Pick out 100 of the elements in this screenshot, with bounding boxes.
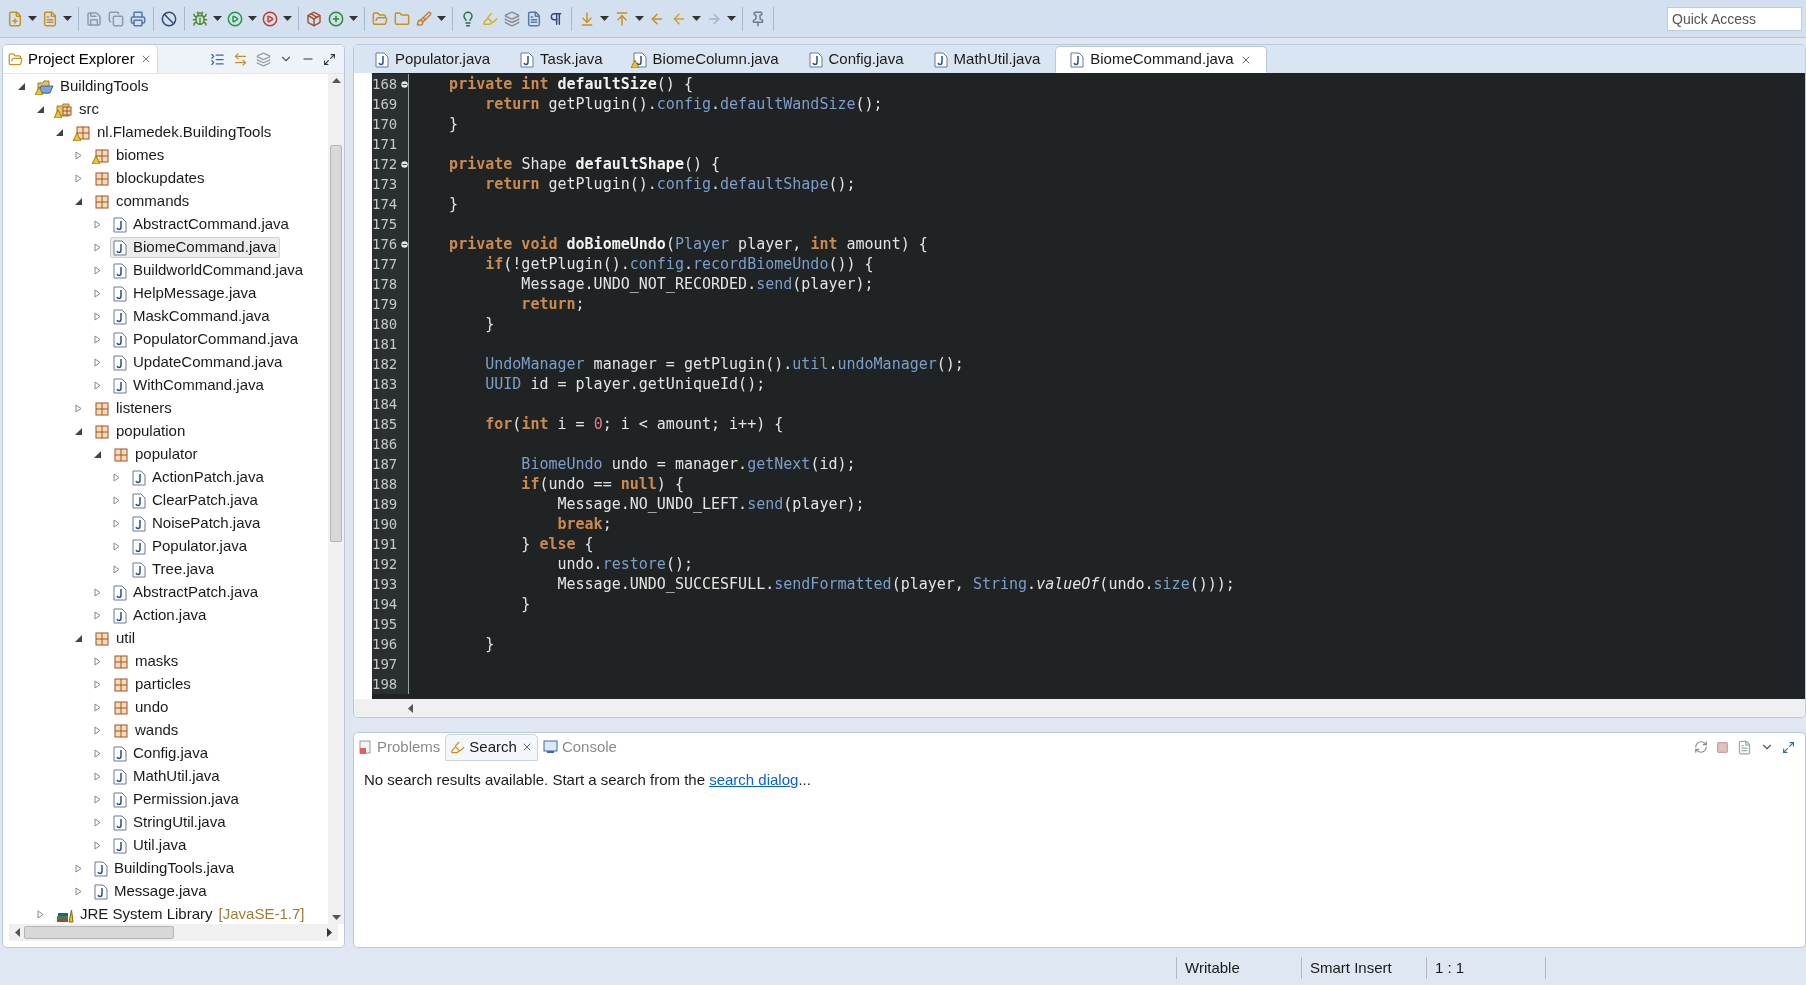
caret-icon[interactable] (437, 15, 446, 22)
tree-item[interactable]: StringUtil.java (110, 812, 230, 833)
tree-item[interactable]: Util.java (110, 835, 191, 856)
expander-arrow[interactable] (36, 105, 45, 114)
view-tab[interactable]: Project Explorer (3, 45, 158, 73)
tree-item[interactable]: Message.java (91, 881, 211, 902)
java-file-icon (113, 285, 127, 302)
tree-item[interactable]: Populator.java (129, 536, 252, 557)
tree-item[interactable]: undo (110, 697, 173, 718)
scrollbar-thumb[interactable] (24, 926, 174, 939)
expander-arrow[interactable] (55, 128, 64, 137)
caret-icon[interactable] (283, 15, 292, 22)
fold-marker-icon[interactable] (401, 240, 408, 248)
tree-item[interactable]: src (53, 99, 103, 120)
tree-item[interactable]: Tree.java (129, 559, 218, 580)
horizontal-scrollbar[interactable] (9, 924, 338, 941)
tree-item[interactable]: ActionPatch.java (129, 467, 268, 488)
scroll-right-icon[interactable] (327, 928, 332, 937)
search-dialog-link[interactable]: search dialog (709, 771, 799, 788)
editor-tab[interactable]: BiomeColumn.java (617, 46, 794, 73)
scroll-left-icon[interactable] (15, 928, 20, 937)
refresh-icon[interactable] (1694, 740, 1708, 754)
java-file-icon (113, 239, 127, 256)
tree-item[interactable]: AbstractPatch.java (110, 582, 263, 603)
expander-arrow[interactable] (17, 82, 26, 91)
stop-icon[interactable] (1716, 740, 1729, 754)
expander-arrow[interactable] (74, 634, 83, 643)
tree-item[interactable]: JRE System Library [JavaSE-1.7] (53, 904, 309, 924)
expander-arrow[interactable] (93, 450, 102, 459)
editor-tab[interactable]: MathUtil.java (918, 46, 1056, 73)
caret-icon[interactable] (248, 15, 257, 22)
new-document-icon (42, 10, 58, 27)
tree-item[interactable]: commands (91, 191, 194, 212)
caret-icon[interactable] (349, 15, 358, 22)
package-icon (113, 676, 129, 693)
tree-item[interactable]: wands (110, 720, 183, 741)
caret-icon[interactable] (28, 15, 37, 22)
caret-icon[interactable] (600, 15, 609, 22)
arrow-down-icon (579, 10, 595, 27)
document-icon[interactable] (1737, 739, 1752, 755)
tree-item[interactable]: PopulatorCommand.java (110, 329, 303, 350)
tree-item[interactable]: NoisePatch.java (129, 513, 265, 534)
tree-item[interactable]: BuildingTools.java (91, 858, 239, 879)
tree-item[interactable]: Permission.java (110, 789, 243, 810)
fold-marker-icon[interactable] (401, 160, 408, 168)
editor-tab[interactable]: BiomeCommand.java (1055, 46, 1267, 73)
link-icon[interactable] (233, 51, 248, 67)
layers-icon[interactable] (256, 51, 271, 67)
caret-icon[interactable] (692, 15, 701, 22)
java-file-icon (113, 216, 127, 233)
tree-item[interactable]: listeners (91, 398, 176, 419)
tree-item[interactable]: AbstractCommand.java (110, 214, 293, 235)
editor-tab[interactable]: Config.java (793, 46, 919, 73)
view-tab[interactable]: Console (537, 733, 622, 761)
horizontal-scrollbar[interactable] (354, 699, 1805, 717)
caret-icon[interactable] (635, 15, 644, 22)
tree-item[interactable]: ClearPatch.java (129, 490, 262, 511)
java-file-icon (113, 607, 127, 624)
maximize-icon[interactable] (1782, 740, 1795, 754)
line-number: 195 (372, 614, 398, 634)
maximize-icon[interactable] (323, 52, 336, 66)
java-file-icon (113, 791, 127, 808)
tree-item[interactable]: blockupdates (91, 168, 209, 189)
tree-item[interactable]: BuildingTools (34, 76, 153, 97)
tree-item[interactable]: WithCommand.java (110, 375, 268, 396)
tree-item[interactable]: Config.java (110, 743, 213, 764)
tree-item[interactable]: nl.Flamedek.BuildingTools (72, 122, 276, 143)
tree-item[interactable]: particles (110, 674, 195, 695)
code-line: } (448, 113, 459, 135)
tree-item[interactable]: masks (110, 651, 183, 672)
tree-item[interactable]: biomes (91, 145, 169, 166)
fold-marker-icon[interactable] (401, 80, 408, 88)
quick-access-field[interactable]: Quick Access (1667, 6, 1802, 31)
line-number: 180 (372, 314, 398, 334)
caret-icon[interactable] (727, 15, 736, 22)
tree-item[interactable]: population (91, 421, 190, 442)
view-tab[interactable]: Search (445, 733, 538, 761)
tree-item[interactable]: BiomeCommand.java (110, 237, 281, 258)
caret-icon[interactable] (213, 15, 222, 22)
editor-tab[interactable]: Populator.java (360, 46, 506, 73)
expander-arrow[interactable] (74, 427, 83, 436)
scrollbar-thumb[interactable] (330, 145, 342, 542)
tree-item[interactable]: Action.java (110, 605, 211, 626)
tree-item[interactable]: UpdateCommand.java (110, 352, 287, 373)
tree-item[interactable]: util (91, 628, 140, 649)
collapse-all-icon[interactable] (210, 51, 225, 67)
caret-icon[interactable] (63, 15, 72, 22)
tree-item[interactable]: populator (110, 444, 202, 465)
expander-arrow[interactable] (74, 197, 83, 206)
scroll-down-icon[interactable] (331, 915, 341, 920)
scroll-left-icon[interactable] (408, 703, 413, 713)
scroll-up-icon[interactable] (331, 78, 341, 83)
tree-item[interactable]: MaskCommand.java (110, 306, 274, 327)
tree-item[interactable]: HelpMessage.java (110, 283, 261, 304)
view-tab[interactable]: Problems (354, 733, 446, 761)
vertical-scrollbar[interactable] (328, 74, 344, 924)
tree-item[interactable]: BuildworldCommand.java (110, 260, 308, 281)
editor-tab[interactable]: Task.java (505, 46, 618, 73)
search-status-message: No search results available. Start a search from the search dialog... (363, 770, 812, 790)
tree-item[interactable]: MathUtil.java (110, 766, 224, 787)
